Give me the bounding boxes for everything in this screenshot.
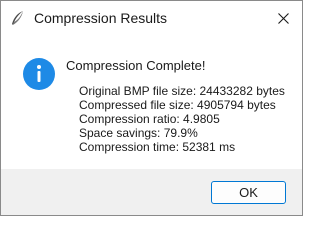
detail-compression-ratio: Compression ratio: 4.9805 — [79, 112, 220, 126]
detail-compression-time: Compression time: 52381 ms — [79, 140, 236, 154]
message-heading: Compression Complete! — [66, 58, 206, 73]
message-area: Compression Complete! Original BMP file … — [1, 36, 302, 169]
detail-original-size: Original BMP file size: 24433282 bytes — [79, 84, 285, 98]
title-bar[interactable]: Compression Results — [1, 1, 302, 36]
detail-compressed-size: Compressed file size: 4905794 bytes — [79, 98, 276, 112]
close-icon — [278, 13, 289, 24]
detail-space-savings: Space savings: 79.9% — [79, 126, 198, 140]
button-bar: OK — [1, 169, 302, 215]
window-title: Compression Results — [34, 10, 168, 26]
ok-button[interactable]: OK — [211, 181, 286, 204]
details-list: Original BMP file size: 24433282 bytes C… — [79, 84, 285, 154]
feather-icon — [9, 9, 27, 27]
info-icon — [23, 58, 55, 90]
message-dialog: Compression Results Compression Complete… — [0, 0, 303, 216]
close-button[interactable] — [266, 1, 302, 36]
